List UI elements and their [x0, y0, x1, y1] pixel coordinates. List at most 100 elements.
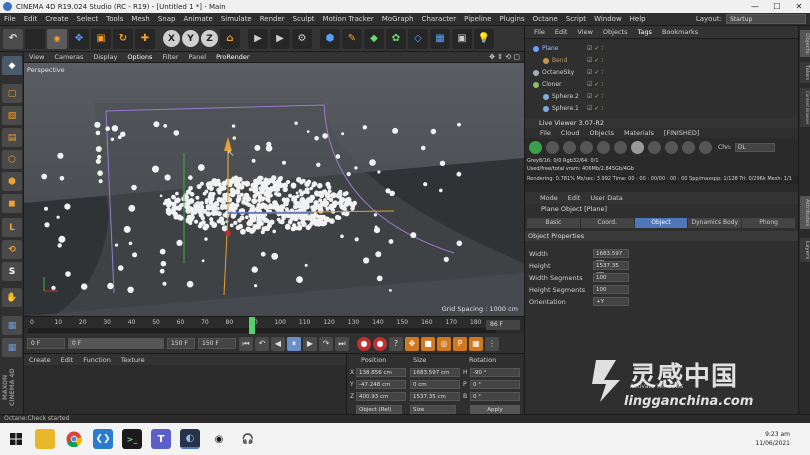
floor-button[interactable]: ▦: [430, 28, 450, 49]
material-menu-create[interactable]: Create: [24, 356, 56, 364]
material-menu-edit[interactable]: Edit: [56, 356, 79, 364]
menu-render[interactable]: Render: [256, 15, 289, 23]
snap-icon[interactable]: S: [2, 262, 22, 281]
make-editable-icon[interactable]: ◆: [2, 56, 22, 75]
lv-menu-file[interactable]: File: [535, 129, 556, 137]
object-row-bend[interactable]: Bend ☑ ✓ ⁝: [525, 55, 799, 66]
go-to-end-button[interactable]: ⏭: [335, 336, 349, 351]
height-field[interactable]: 1537.35 cm: [593, 261, 629, 277]
menu-plugins[interactable]: Plugins: [496, 15, 529, 23]
viewport-menu-filter[interactable]: Filter: [157, 53, 183, 61]
perspective-viewport[interactable]: Perspective Grid Spacing : 1000 cm ↖: [24, 63, 524, 316]
rotation-h-field[interactable]: -90 °: [470, 368, 520, 377]
timeline-ruler[interactable]: 0102030405060708090100110120130140150160…: [24, 316, 524, 334]
region-render-icon[interactable]: [648, 140, 661, 154]
z-axis-button[interactable]: Z: [201, 30, 218, 47]
model-mode-icon[interactable]: ▢: [2, 84, 22, 103]
object-flags[interactable]: ☑ ✓ ⁝: [587, 57, 603, 64]
pick-focus-icon[interactable]: [665, 140, 678, 154]
x-axis-button[interactable]: X: [163, 30, 180, 47]
next-key-button[interactable]: ↷: [319, 336, 333, 351]
chrome-icon[interactable]: [64, 429, 84, 449]
menu-snap[interactable]: Snap: [154, 15, 180, 23]
size-mode-select[interactable]: Size: [410, 405, 456, 414]
menu-simulate[interactable]: Simulate: [217, 15, 256, 23]
blender-icon[interactable]: ◉: [209, 429, 229, 449]
system-clock[interactable]: 9:23 am 11/06/2021: [755, 430, 810, 448]
tab-object[interactable]: Object: [634, 218, 688, 228]
pick-object-icon[interactable]: [699, 140, 712, 154]
edges-mode-icon[interactable]: ⬢: [2, 172, 22, 191]
material-menu-function[interactable]: Function: [78, 356, 116, 364]
previous-frame-button[interactable]: ◀: [271, 336, 285, 351]
maximize-button[interactable]: ☐: [766, 2, 788, 11]
coordinate-mode-select[interactable]: Object (Rel): [356, 405, 402, 414]
teams-icon[interactable]: T: [151, 429, 171, 449]
play-pause-button[interactable]: ⏸: [287, 336, 301, 351]
tab-dynamics-body[interactable]: Dynamics Body: [688, 218, 742, 228]
size-y-field[interactable]: 0 cm: [410, 380, 460, 389]
menu-sculpt[interactable]: Sculpt: [289, 15, 319, 23]
object-row-octanesky[interactable]: OctaneSky ☑ ✓ ⁝: [525, 67, 799, 78]
start-frame-field[interactable]: 0 F: [27, 338, 65, 349]
menu-edit[interactable]: Edit: [20, 15, 42, 23]
menu-create[interactable]: Create: [41, 15, 72, 23]
menu-select[interactable]: Select: [73, 15, 103, 23]
pen-button[interactable]: ✎: [342, 28, 362, 49]
move-button[interactable]: ✥: [69, 28, 89, 49]
subdivision-button[interactable]: ◆: [364, 28, 384, 49]
object-row-sphere-2[interactable]: Sphere.2 ☑ ✓ ⁝: [525, 91, 799, 102]
restart-render-icon[interactable]: [546, 140, 559, 154]
timeline-bar[interactable]: [28, 328, 496, 333]
grid-icon[interactable]: ▦: [2, 316, 22, 335]
record-position-button[interactable]: ✥: [405, 336, 419, 351]
object-row-plane[interactable]: Plane ☑ ✓ ⁝: [525, 43, 799, 54]
object-row-sphere-1[interactable]: Sphere.1 ☑ ✓ ⁝: [525, 103, 799, 114]
menu-pipeline[interactable]: Pipeline: [460, 15, 495, 23]
object-flags[interactable]: ☑ ✓ ⁝: [587, 45, 603, 52]
menu-file[interactable]: File: [0, 15, 20, 23]
lock-icon[interactable]: [597, 140, 610, 154]
objects-menu-objects[interactable]: Objects: [598, 28, 633, 36]
y-axis-button[interactable]: Y: [182, 30, 199, 47]
terminal-icon[interactable]: >_: [122, 429, 142, 449]
texture-mode-icon[interactable]: ▨: [2, 106, 22, 125]
attr-menu-user-data[interactable]: User Data: [585, 194, 627, 202]
position-z-field[interactable]: 400.93 cm: [356, 392, 406, 401]
objects-menu-edit[interactable]: Edit: [550, 28, 573, 36]
coordinate-system-button[interactable]: ⌂: [220, 28, 240, 49]
width-segments-field[interactable]: 100: [593, 273, 629, 282]
rotation-p-field[interactable]: 0 °: [470, 380, 520, 389]
workplane-icon[interactable]: ▤: [2, 128, 22, 147]
keyframe-selection-button[interactable]: ?: [389, 336, 403, 351]
end-frame-field[interactable]: 150 F: [198, 338, 236, 349]
width-field[interactable]: 1683.597 cm: [593, 249, 629, 265]
settings-icon[interactable]: [614, 140, 627, 154]
record-rotation-button[interactable]: ◎: [437, 336, 451, 351]
minimize-button[interactable]: —: [744, 2, 766, 11]
deformer-button[interactable]: ◇: [408, 28, 428, 49]
render-view-button[interactable]: ▶: [248, 28, 268, 49]
side-tab-objects[interactable]: Objects: [800, 30, 810, 57]
windows-start-icon[interactable]: [6, 429, 26, 449]
redo-button[interactable]: [25, 28, 45, 49]
viewport-menu-display[interactable]: Display: [88, 53, 122, 61]
objects-menu-bookmarks[interactable]: Bookmarks: [657, 28, 703, 36]
side-tab-content-browser[interactable]: Content Browser: [800, 88, 810, 128]
live-selection-button[interactable]: ◉: [47, 28, 67, 49]
size-x-field[interactable]: 1683.597 cm: [410, 368, 460, 377]
next-frame-button[interactable]: ▶: [303, 336, 317, 351]
tab-basic[interactable]: Basic: [527, 218, 580, 228]
material-menu-texture[interactable]: Texture: [116, 356, 150, 364]
render-settings-button[interactable]: ⚙: [292, 28, 312, 49]
sphere-preview-icon[interactable]: [631, 140, 644, 154]
menu-script[interactable]: Script: [562, 15, 590, 23]
current-frame-field[interactable]: 86 F: [486, 320, 520, 330]
lv-menu-cloud[interactable]: Cloud: [556, 129, 585, 137]
menu-animate[interactable]: Animate: [179, 15, 216, 23]
viewport-menu-panel[interactable]: Panel: [184, 53, 212, 61]
light-button[interactable]: 💡: [474, 28, 494, 49]
autokey-button[interactable]: ●: [373, 336, 387, 351]
mograph-array-button[interactable]: ✿: [386, 28, 406, 49]
close-button[interactable]: ✕: [788, 2, 810, 11]
